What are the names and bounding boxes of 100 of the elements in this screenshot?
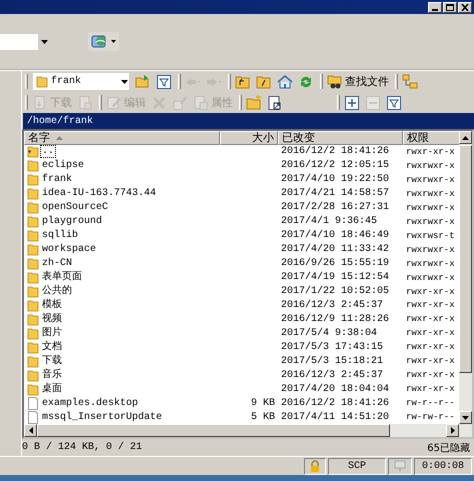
file-name[interactable]: openSourceC (41, 202, 110, 214)
rename-icon (172, 94, 188, 110)
modified-date: 2017/5/3 17:43:15 (280, 342, 384, 353)
permissions: rwxr-xr-x (405, 342, 456, 352)
vertical-scrollbar[interactable] (459, 131, 472, 424)
modified-date: 2017/4/11 14:51:20 (280, 412, 390, 423)
file-name[interactable]: 模板 (41, 300, 63, 311)
maximize-button[interactable] (443, 2, 457, 12)
close-button[interactable] (458, 2, 472, 12)
file-name[interactable]: frank (41, 174, 74, 186)
permissions: rwxr-xr-x (405, 314, 456, 324)
file-name[interactable]: playground (41, 216, 104, 228)
file-name[interactable]: 表单页面 (41, 272, 83, 284)
scroll-down-icon (462, 416, 469, 420)
shortcut-icon (267, 94, 283, 110)
scroll-up-icon (462, 136, 469, 140)
tree-button[interactable] (401, 72, 419, 90)
path-dropdown[interactable]: frank (33, 73, 129, 90)
permissions: rwxrwxr-x (405, 258, 456, 269)
file-name[interactable]: eclipse (41, 160, 86, 172)
file-name[interactable]: workspace (41, 244, 98, 256)
modified-date: 2017/4/21 14:58:57 (280, 188, 390, 200)
permissions: rwxr-xr-x (405, 356, 456, 366)
file-name[interactable]: sqllib (41, 230, 80, 242)
modified-date: 2016/12/9 11:28:26 (280, 314, 390, 325)
elapsed-time: 0:00:08 (422, 460, 464, 472)
column-header[interactable]: 权限 (403, 131, 460, 145)
file-name[interactable]: examples.desktop (41, 398, 140, 409)
file-name[interactable]: idea-IU-163.7743.44 (41, 188, 158, 200)
binoculars-folder-icon (327, 74, 343, 90)
modified-date: 2017/4/19 15:12:54 (280, 272, 390, 284)
permissions: rwxrwxr-x (405, 188, 456, 199)
file-icon (27, 410, 39, 424)
monitor-icon (394, 460, 406, 472)
filter-icon (386, 94, 402, 110)
file-name[interactable]: 视频 (41, 314, 63, 325)
permissions: rwxrwxr-x (405, 202, 456, 213)
dropdown-arrow-icon (111, 40, 116, 43)
folder-icon (27, 326, 39, 340)
protocol-label: SCP (348, 460, 366, 472)
permissions: rwxrwxr-x (405, 174, 456, 185)
file-name[interactable]: 音乐 (41, 370, 63, 381)
modified-date: 2017/4/20 18:04:04 (280, 384, 390, 395)
file-name[interactable]: 图片 (41, 328, 63, 339)
modified-date: 2016/12/3 2:45:37 (280, 370, 384, 381)
dropdown-arrow-icon (40, 40, 48, 44)
modified-date: 2016/12/2 18:41:26 (280, 398, 390, 409)
permissions: rwxr-xr-x (405, 384, 456, 394)
dropdown-arrow-icon (120, 78, 129, 84)
modified-date: 2017/4/10 19:22:50 (280, 174, 390, 186)
folder-icon (36, 75, 48, 88)
folder-icon (27, 187, 39, 200)
filter-button[interactable] (155, 72, 173, 90)
select-button[interactable] (343, 94, 361, 112)
file-size: 9 KB (250, 398, 276, 409)
path-header: /home/frank (23, 113, 474, 129)
file-name[interactable]: .. (41, 146, 56, 158)
folder-icon (27, 382, 39, 396)
filter-button[interactable] (385, 94, 403, 112)
folder-icon (27, 368, 39, 382)
column-header[interactable]: 已改变 (278, 131, 403, 145)
permissions: rwxrwsr-t (405, 230, 456, 241)
file-size: 5 KB (250, 412, 276, 423)
file-name[interactable]: 文档 (41, 342, 63, 353)
modified-date: 2016/12/3 2:45:37 (280, 300, 384, 311)
parent-folder-icon (27, 145, 39, 158)
folder-icon (27, 257, 39, 270)
modified-date: 2017/5/3 15:18:21 (280, 356, 384, 367)
find-button[interactable]: 查找文件 (326, 72, 390, 90)
close-icon (461, 4, 469, 10)
folder-icon (27, 173, 39, 186)
file-name[interactable]: zh-CN (41, 258, 74, 270)
home-button[interactable] (276, 72, 294, 90)
globe-menu-button[interactable] (88, 32, 119, 51)
modified-date: 2016/12/2 12:05:15 (280, 160, 390, 172)
maximize-icon (446, 4, 454, 10)
root-folder-icon (256, 74, 272, 90)
modified-date: 2017/1/22 10:52:05 (280, 286, 390, 297)
file-name[interactable]: 公共的 (41, 286, 73, 297)
permissions: rwxr-xr-x (405, 300, 456, 310)
file-name[interactable]: mssql_InsertorUpdate (41, 412, 164, 423)
permissions: rw-r--r-- (405, 398, 456, 408)
plus-icon (344, 94, 360, 110)
column-header[interactable]: 名字 (24, 131, 220, 145)
file-name[interactable]: 下载 (41, 356, 63, 367)
file-name[interactable]: 桌面 (41, 384, 63, 395)
folder-icon (27, 285, 39, 298)
minimize-button[interactable] (428, 2, 442, 12)
modified-date: 2017/4/10 18:46:49 (280, 230, 390, 242)
folder-icon (27, 215, 39, 228)
permissions: rwxrwxr-x (405, 160, 456, 171)
file-icon (27, 396, 39, 410)
folder-icon (27, 243, 39, 256)
globe-icon (91, 34, 108, 49)
horizontal-scrollbar[interactable] (24, 424, 472, 437)
modified-date: 2017/4/20 11:33:42 (280, 244, 390, 256)
lock-icon (310, 460, 320, 472)
properties-icon (193, 94, 209, 110)
document-icon (77, 94, 93, 110)
column-header[interactable]: 大小 (220, 131, 278, 145)
